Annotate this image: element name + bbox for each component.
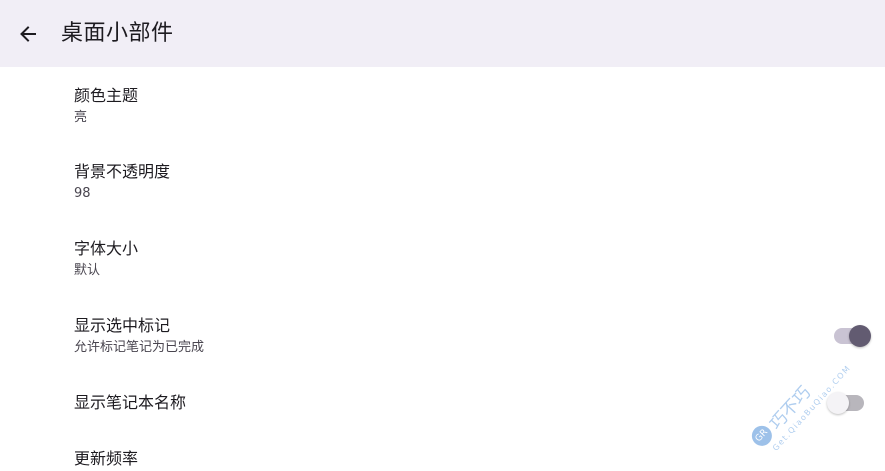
setting-update-frequency[interactable]: 更新频率 — [0, 434, 885, 471]
switch-thumb — [827, 392, 849, 414]
setting-background-opacity[interactable]: 背景不透明度 98 — [0, 143, 885, 220]
show-notebook-name-switch[interactable] — [827, 392, 864, 414]
setting-color-theme[interactable]: 颜色主题 亮 — [0, 67, 885, 143]
setting-title: 背景不透明度 — [74, 162, 171, 181]
app-bar: 桌面小部件 — [0, 0, 885, 67]
back-button[interactable] — [8, 14, 48, 54]
arrow-back-icon — [20, 26, 36, 42]
setting-title: 显示选中标记 — [74, 316, 171, 335]
setting-summary: 默认 — [74, 263, 101, 278]
setting-title: 更新频率 — [74, 449, 139, 468]
switch-thumb — [849, 325, 871, 347]
setting-title: 显示笔记本名称 — [74, 393, 187, 412]
setting-title: 字体大小 — [74, 239, 139, 258]
show-checked-mark-switch[interactable] — [834, 325, 871, 347]
setting-title: 颜色主题 — [74, 86, 139, 105]
setting-summary: 98 — [74, 186, 91, 201]
setting-summary: 允许标记笔记为已完成 — [74, 340, 205, 355]
setting-summary: 亮 — [74, 110, 88, 125]
page-title: 桌面小部件 — [61, 21, 174, 46]
setting-show-notebook-name[interactable]: 显示笔记本名称 — [0, 374, 885, 434]
setting-font-size[interactable]: 字体大小 默认 — [0, 220, 885, 296]
setting-show-checked-mark[interactable]: 显示选中标记 允许标记笔记为已完成 — [0, 296, 885, 374]
